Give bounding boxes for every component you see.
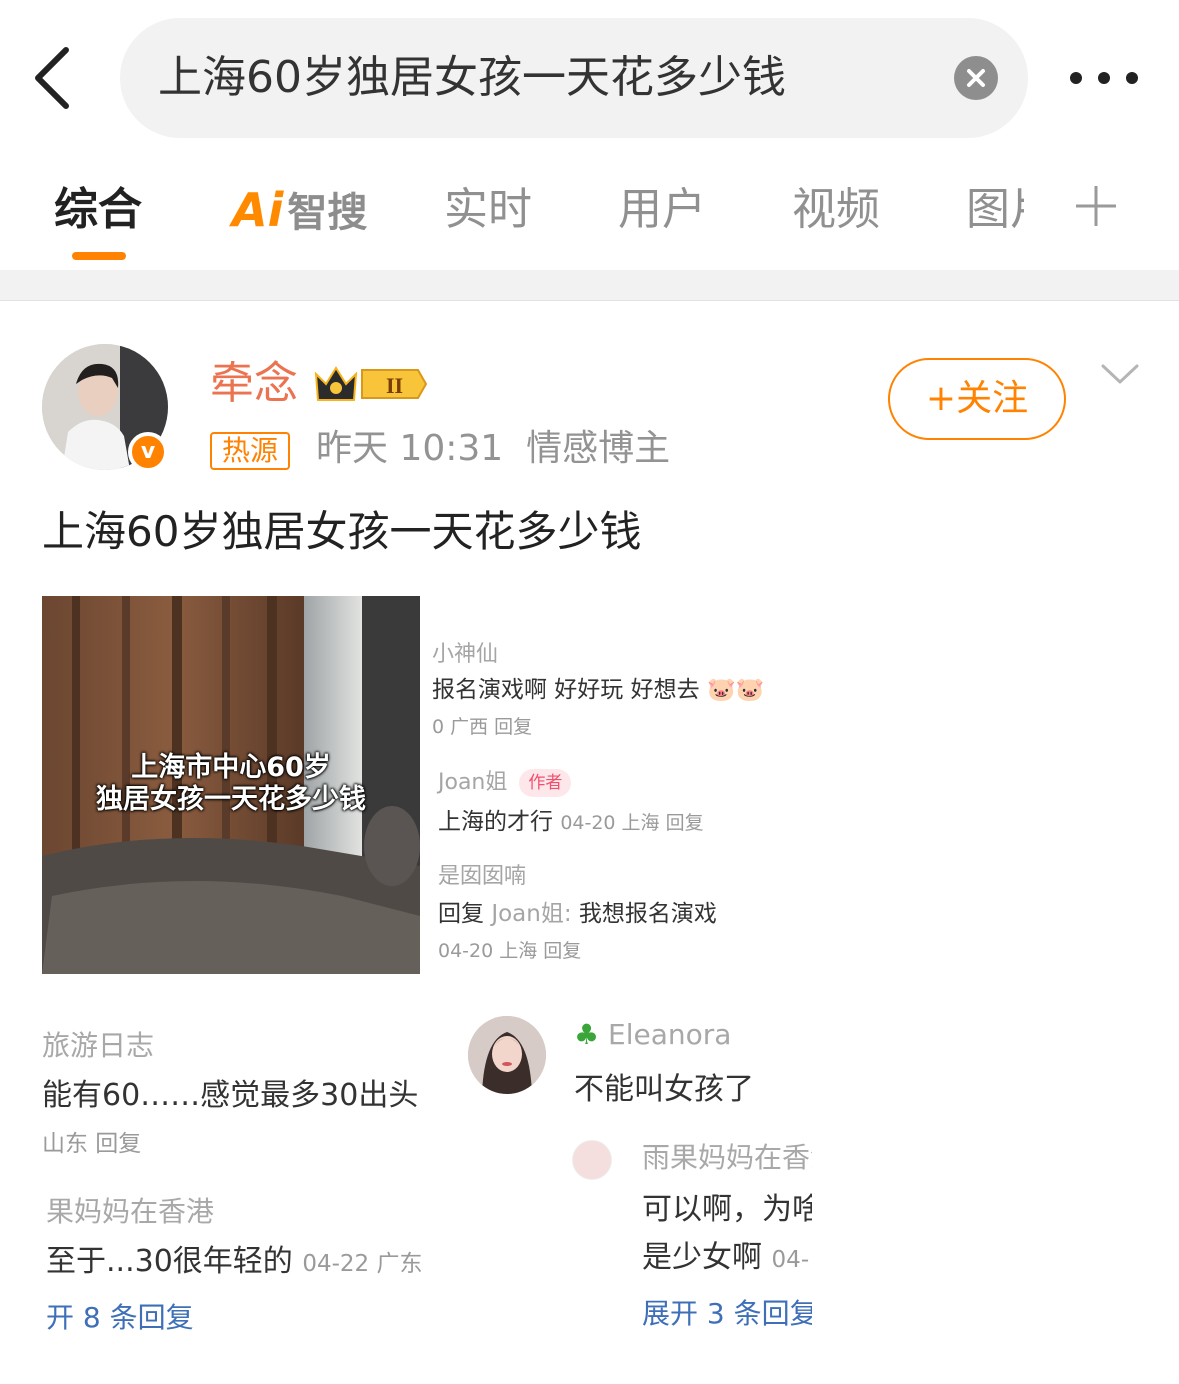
reply-author: 果妈妈在香港 (46, 1195, 215, 1228)
username[interactable]: 牵念 (210, 354, 298, 414)
tab-image[interactable]: 图片 (966, 180, 1024, 240)
reply-avatar (572, 1140, 612, 1180)
expand-replies-link[interactable]: 展开 3 条回复 (642, 1292, 812, 1332)
tab-ai-search[interactable]: Ai 智搜 (232, 180, 367, 240)
section-divider (0, 270, 1179, 301)
reply-mention: Joan姐: (491, 901, 572, 927)
comment-text-content: 报名演戏啊 好好玩 好想去 (432, 677, 700, 703)
comment-text-content: 我想报名演戏 (578, 901, 717, 927)
comment-text: 回复 Joan姐: 我想报名演戏 (438, 894, 717, 928)
comment-text-content: 上海的才行 (438, 809, 553, 835)
post-menu-button[interactable] (1100, 360, 1140, 390)
reply-text-content: 是少女啊 (642, 1240, 762, 1275)
comment-author: 是囡囡喃 (438, 864, 527, 889)
back-button[interactable] (28, 46, 78, 110)
search-input[interactable]: 上海60岁独居女孩一天花多少钱 (158, 18, 786, 138)
comment-author: ♣ Eleanora (574, 1018, 731, 1051)
chevron-left-icon (35, 47, 69, 109)
tab-comprehensive[interactable]: 综合 (54, 180, 142, 240)
post-time: 昨天 10:31 (316, 428, 504, 469)
comment-text: 上海的才行 04-20 上海 回复 (438, 802, 704, 836)
more-icon-dot (1098, 72, 1110, 84)
emoji-icon: 🐷🐷 (706, 677, 765, 703)
more-options-button[interactable] (1066, 60, 1142, 96)
comment-text: 报名演戏啊 好好玩 好想去 🐷🐷 (432, 670, 764, 704)
clover-icon: ♣ (574, 1018, 600, 1051)
comment-text: 能有60……感觉最多30出头 (42, 1078, 419, 1113)
hot-source-badge: 热源 (210, 432, 291, 470)
active-tab-indicator (72, 252, 126, 260)
tab-video[interactable]: 视频 (792, 180, 880, 240)
reply-prefix: 回复 (438, 901, 484, 927)
reply-text: 是少女啊 04- (642, 1232, 812, 1276)
comment-author: Joan姐 作者 (438, 764, 572, 797)
post-category: 情感博主 (526, 428, 671, 469)
reply-meta: 04- (771, 1247, 810, 1273)
comment-author: 小神仙 (432, 642, 499, 667)
comment-author-name: Eleanora (608, 1018, 732, 1051)
author-tag: 作者 (519, 769, 572, 797)
video-caption: 上海市中心60岁 独居女孩一天花多少钱 (42, 752, 420, 816)
plus-icon (1076, 186, 1116, 226)
follow-button[interactable]: +关注 (888, 358, 1066, 440)
video-caption-line2: 独居女孩一天花多少钱 (96, 784, 366, 815)
comment-author-name: Joan姐 (438, 770, 508, 795)
ai-logo: Ai (232, 183, 284, 237)
comment-meta: 04-20 上海 回复 (438, 940, 582, 962)
reply-text-content: 至于...30很年轻的 (46, 1244, 293, 1279)
tab-ai-label: 智搜 (287, 190, 368, 236)
crown-icon: II (314, 366, 428, 401)
tab-users[interactable]: 用户 (618, 180, 706, 240)
reply-author: 雨果妈妈在香港 (642, 1141, 812, 1174)
clear-search-button[interactable] (954, 56, 998, 100)
comment-text: 不能叫女孩了 (574, 1072, 754, 1107)
expand-replies-link[interactable]: 开 8 条回复 (46, 1296, 194, 1336)
verified-icon: v (128, 432, 168, 472)
commenter-avatar (468, 1016, 546, 1094)
add-tab-button[interactable] (1074, 184, 1118, 228)
post-image[interactable]: 上海市中心60岁 独居女孩一天花多少钱 小神仙 报名演戏啊 好好玩 好想去 🐷🐷… (42, 596, 822, 1356)
reply-text: 可以啊，为啥 (642, 1192, 812, 1227)
comment-meta: 04-20 上海 回复 (560, 812, 704, 834)
video-thumbnail[interactable]: 上海市中心60岁 独居女孩一天花多少钱 (42, 596, 420, 974)
member-crown-badge: II (312, 362, 428, 406)
reply-meta: 04-22 广东 (302, 1251, 423, 1277)
more-icon-dot (1126, 72, 1138, 84)
comment-author: 旅游日志 (42, 1029, 155, 1062)
commenter-avatar-image (468, 1016, 546, 1094)
reply-text: 至于...30很年轻的 04-22 广东 (46, 1236, 424, 1280)
comment-meta: 0 广西 回复 (432, 716, 533, 738)
tab-realtime[interactable]: 实时 (444, 180, 532, 240)
comment-meta: 山东 回复 (42, 1131, 142, 1157)
level-badge-text: II (386, 373, 403, 398)
post-meta: 昨天 10:31 情感博主 (316, 424, 670, 474)
close-icon (967, 69, 985, 87)
chevron-down-icon (1101, 364, 1139, 384)
more-icon (1070, 72, 1082, 84)
post-text: 上海60岁独居女孩一天花多少钱 (42, 507, 642, 556)
search-bar[interactable]: 上海60岁独居女孩一天花多少钱 (120, 18, 1028, 138)
video-caption-line1: 上海市中心60岁 (131, 752, 331, 783)
